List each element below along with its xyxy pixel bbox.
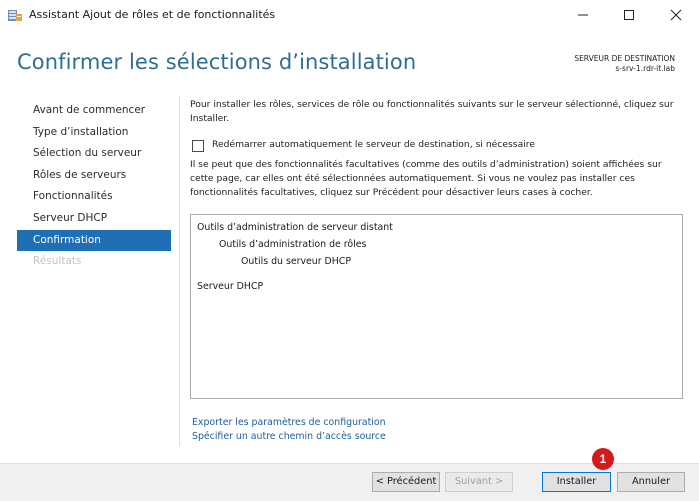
wizard-steps-nav: Avant de commencer Type d’installation S… (17, 100, 171, 273)
title-bar: Assistant Ajout de rôles et de fonctionn… (0, 0, 699, 30)
list-item: Outils du serveur DHCP (241, 256, 352, 267)
selection-list: Outils d’administration de serveur dista… (190, 214, 683, 399)
window-title: Assistant Ajout de rôles et de fonctionn… (29, 8, 276, 21)
nav-item-results: Résultats (33, 255, 82, 268)
nav-item-installation-type[interactable]: Type d’installation (17, 122, 171, 144)
nav-item-server-selection[interactable]: Sélection du serveur (17, 143, 171, 165)
minimize-icon (578, 14, 588, 16)
page-title: Confirmer les sélections d’installation (17, 50, 417, 74)
restart-checkbox[interactable] (192, 140, 204, 152)
cancel-button[interactable]: Annuler (617, 472, 685, 492)
nav-divider (179, 96, 180, 446)
nav-item-server-roles[interactable]: Rôles de serveurs (17, 165, 171, 187)
next-button: Suivant > (445, 472, 513, 492)
maximize-button[interactable] (606, 0, 652, 30)
nav-item-confirmation[interactable]: Confirmation (17, 229, 171, 252)
nav-item-before-you-begin[interactable]: Avant de commencer (17, 100, 171, 122)
nav-item-dhcp-server[interactable]: Serveur DHCP (17, 208, 171, 230)
alternate-source-link[interactable]: Spécifier un autre chemin d’accès source (192, 431, 386, 442)
export-config-link[interactable]: Exporter les paramètres de configuration (192, 417, 386, 428)
close-button[interactable] (653, 0, 699, 30)
destination-server-name: s-srv-1.rdr-it.lab (615, 64, 675, 73)
optional-features-note: Il se peut que des fonctionnalités facul… (190, 159, 662, 198)
maximize-icon (624, 10, 634, 20)
install-button[interactable]: Installer (542, 472, 611, 492)
step-annotation-badge: 1 (592, 448, 614, 470)
close-icon (670, 9, 682, 21)
list-item: Serveur DHCP (197, 281, 264, 292)
nav-item-features[interactable]: Fonctionnalités (17, 186, 171, 208)
server-manager-icon (7, 7, 23, 23)
destination-server-label: SERVEUR DE DESTINATION (574, 54, 675, 63)
previous-button[interactable]: < Précédent (372, 472, 440, 492)
intro-text: Pour installer les rôles, services de rô… (190, 99, 674, 124)
list-item: Outils d’administration de rôles (219, 239, 367, 250)
restart-checkbox-label[interactable]: Redémarrer automatiquement le serveur de… (212, 139, 535, 150)
list-item: Outils d’administration de serveur dista… (197, 222, 393, 233)
minimize-button[interactable] (560, 0, 606, 30)
